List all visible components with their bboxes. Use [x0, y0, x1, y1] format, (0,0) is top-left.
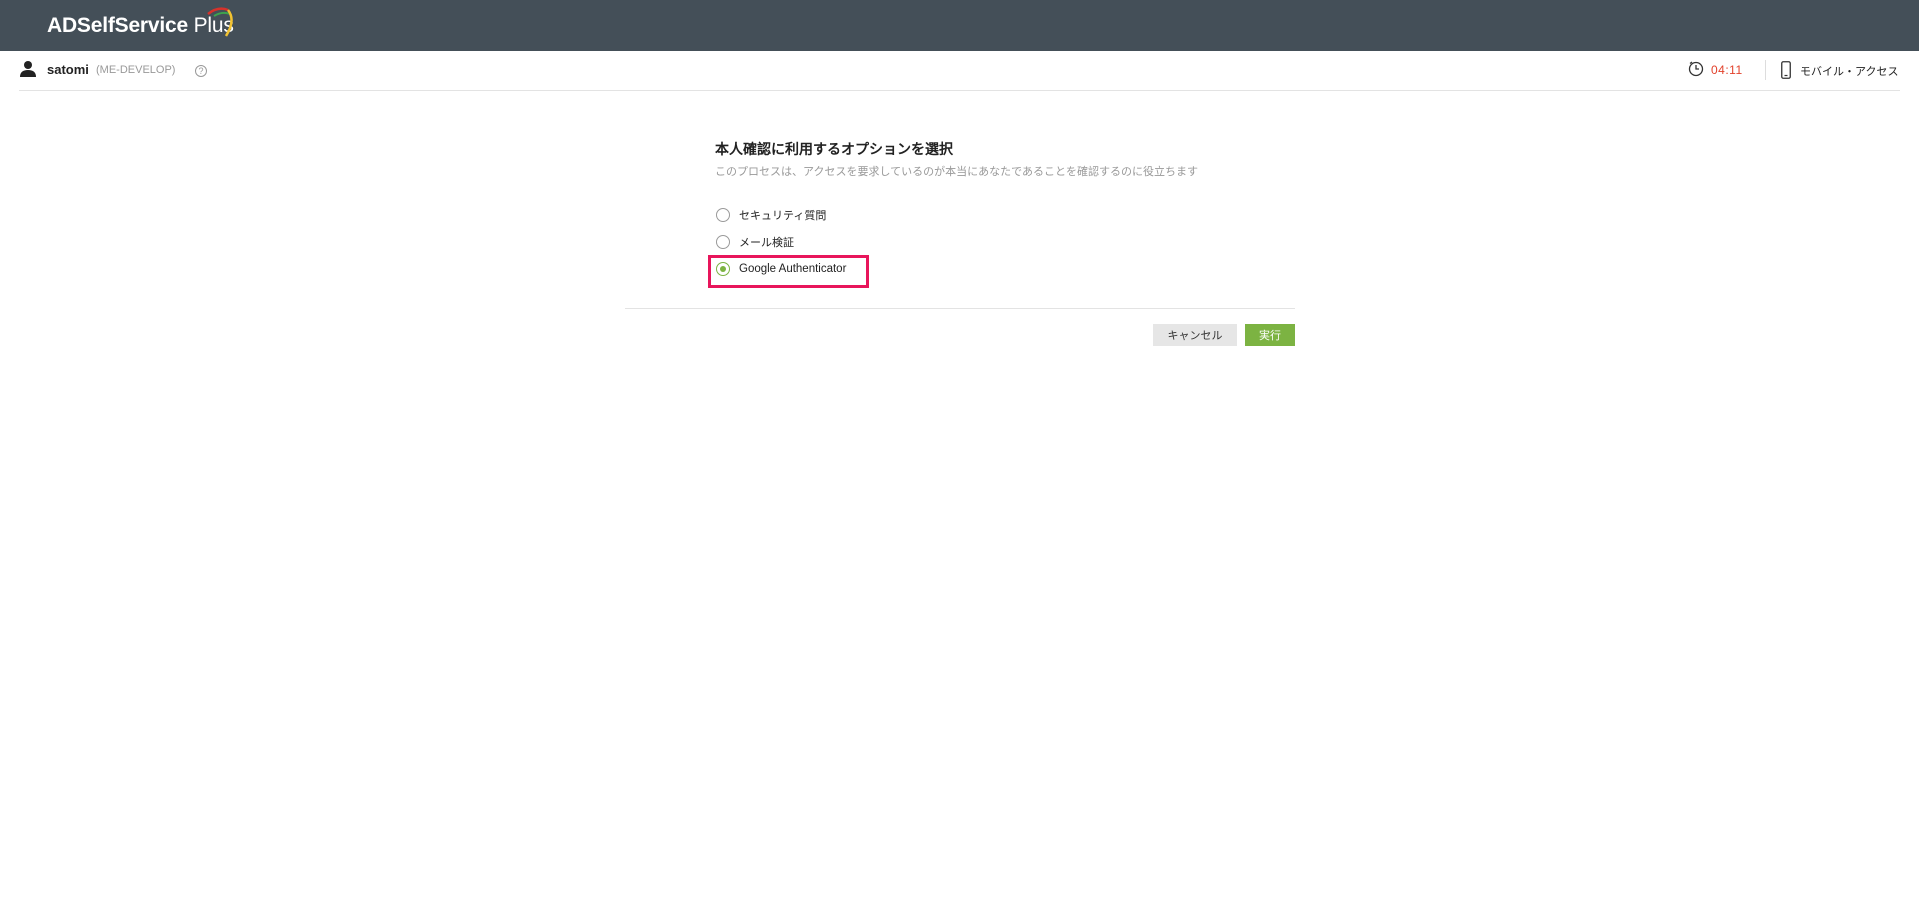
highlight-box: [708, 255, 869, 288]
page-subtitle: このプロセスは、アクセスを要求しているのが本当にあなたであることを確認するのに役…: [715, 165, 1199, 178]
session-timer: 04:11: [1711, 63, 1743, 77]
option-security-question[interactable]: セキュリティ質問: [716, 206, 826, 224]
option-email-verification[interactable]: メール検証: [716, 233, 794, 251]
top-header-bar: ADSelfService Plus: [0, 0, 1919, 51]
radio-security-question[interactable]: [716, 208, 730, 222]
user-icon: [20, 61, 36, 77]
mobile-access-link[interactable]: モバイル・アクセス: [1800, 63, 1898, 79]
cancel-button[interactable]: キャンセル: [1153, 324, 1237, 346]
clock-icon: [1688, 61, 1704, 77]
content-divider: [625, 308, 1295, 309]
run-button[interactable]: 実行: [1245, 324, 1295, 346]
help-icon[interactable]: ?: [195, 65, 207, 77]
user-domain: (ME-DEVELOP): [96, 64, 176, 76]
page-title: 本人確認に利用するオプションを選択: [715, 142, 953, 158]
option-label: セキュリティ質問: [739, 209, 827, 222]
radio-email-verification[interactable]: [716, 235, 730, 249]
userbar-divider: [19, 90, 1900, 91]
logo-arc-icon: [207, 7, 233, 37]
app-logo: ADSelfService Plus: [47, 7, 234, 44]
logo-text-bold: ADSelfService: [47, 14, 188, 37]
username: satomi: [47, 62, 89, 77]
option-label: メール検証: [739, 236, 794, 249]
mobile-icon[interactable]: [1781, 61, 1791, 79]
userbar-separator: [1765, 60, 1766, 80]
